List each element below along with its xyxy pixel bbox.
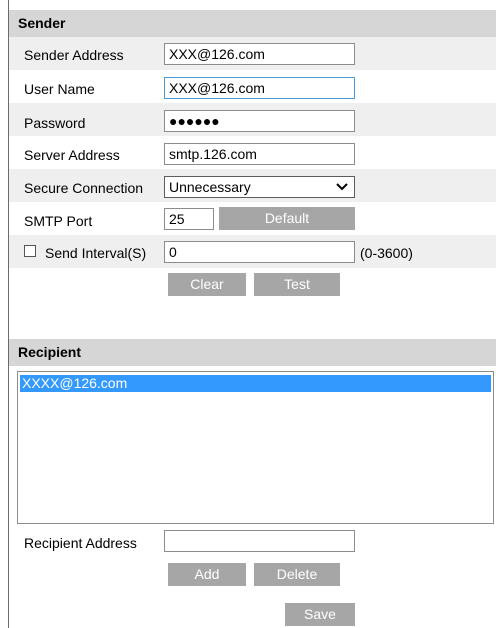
- add-button[interactable]: Add: [168, 563, 246, 586]
- sender-address-label: Sender Address: [24, 47, 124, 63]
- recipient-section-header: Recipient: [9, 339, 496, 366]
- smtp-port-label: SMTP Port: [24, 213, 93, 229]
- user-name-input[interactable]: [164, 77, 355, 99]
- list-item[interactable]: XXXX@126.com: [20, 375, 491, 392]
- send-interval-label: Send Interval(S): [45, 245, 147, 261]
- secure-connection-label: Secure Connection: [24, 180, 144, 196]
- secure-connection-select[interactable]: Unnecessary: [164, 176, 355, 198]
- save-button[interactable]: Save: [285, 603, 355, 626]
- smtp-port-input[interactable]: [164, 208, 214, 230]
- send-interval-range: (0-3600): [360, 245, 413, 261]
- recipient-address-label: Recipient Address: [24, 535, 137, 551]
- server-address-input[interactable]: [164, 143, 355, 165]
- test-button[interactable]: Test: [254, 273, 340, 296]
- secure-connection-value: Unnecessary: [169, 179, 251, 195]
- recipient-list[interactable]: XXXX@126.com: [17, 371, 494, 524]
- clear-button[interactable]: Clear: [168, 273, 246, 296]
- user-name-label: User Name: [24, 81, 95, 97]
- send-interval-input[interactable]: [164, 241, 355, 263]
- server-address-label: Server Address: [24, 147, 120, 163]
- sender-section-header: Sender: [9, 10, 496, 37]
- chevron-down-icon: [336, 183, 348, 191]
- recipient-address-input[interactable]: [164, 530, 355, 552]
- sender-address-input[interactable]: [164, 43, 355, 65]
- delete-button[interactable]: Delete: [254, 563, 340, 586]
- default-button[interactable]: Default: [219, 207, 355, 230]
- password-label: Password: [24, 115, 86, 131]
- send-interval-checkbox[interactable]: [24, 245, 36, 257]
- password-input[interactable]: ●●●●●●: [164, 110, 355, 132]
